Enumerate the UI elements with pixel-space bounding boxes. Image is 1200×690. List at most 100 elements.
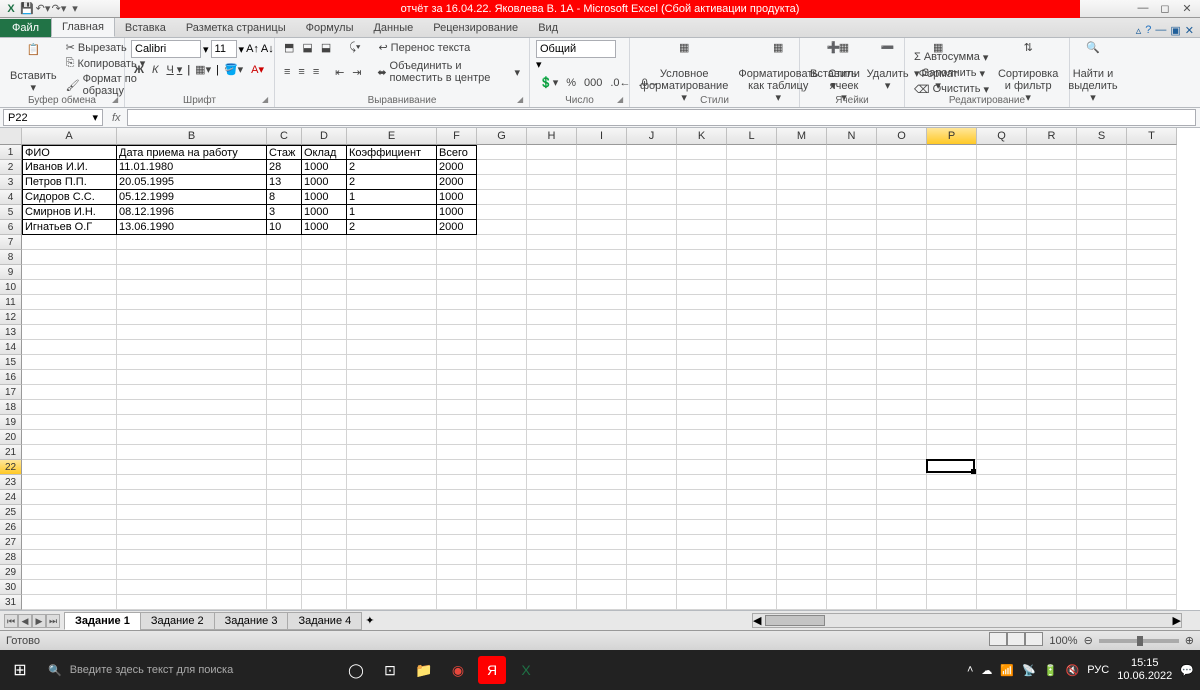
cell-M2[interactable] — [777, 160, 827, 175]
cell-G15[interactable] — [477, 355, 527, 370]
cell-O5[interactable] — [877, 205, 927, 220]
cell-B27[interactable] — [117, 535, 267, 550]
cell-B11[interactable] — [117, 295, 267, 310]
cell-Q6[interactable] — [977, 220, 1027, 235]
cell-N21[interactable] — [827, 445, 877, 460]
cell-L23[interactable] — [727, 475, 777, 490]
currency-icon[interactable]: 💲▾ — [536, 75, 561, 90]
cell-L28[interactable] — [727, 550, 777, 565]
cell-A19[interactable] — [22, 415, 117, 430]
cell-F8[interactable] — [437, 250, 477, 265]
cell-D10[interactable] — [302, 280, 347, 295]
cell-E31[interactable] — [347, 595, 437, 610]
cell-C28[interactable] — [267, 550, 302, 565]
cell-P1[interactable] — [927, 145, 977, 160]
cell-Q19[interactable] — [977, 415, 1027, 430]
cell-E13[interactable] — [347, 325, 437, 340]
cell-C17[interactable] — [267, 385, 302, 400]
cell-G6[interactable] — [477, 220, 527, 235]
cell-S7[interactable] — [1077, 235, 1127, 250]
cell-N20[interactable] — [827, 430, 877, 445]
cell-R6[interactable] — [1027, 220, 1077, 235]
cell-I12[interactable] — [577, 310, 627, 325]
cell-J27[interactable] — [627, 535, 677, 550]
cell-R23[interactable] — [1027, 475, 1077, 490]
cell-N11[interactable] — [827, 295, 877, 310]
cell-G30[interactable] — [477, 580, 527, 595]
cell-H17[interactable] — [527, 385, 577, 400]
cell-G11[interactable] — [477, 295, 527, 310]
cell-S27[interactable] — [1077, 535, 1127, 550]
cell-H11[interactable] — [527, 295, 577, 310]
name-box[interactable]: P22▾ — [3, 109, 103, 126]
cell-N27[interactable] — [827, 535, 877, 550]
cell-D23[interactable] — [302, 475, 347, 490]
cell-K13[interactable] — [677, 325, 727, 340]
shrink-font-icon[interactable]: A↓ — [261, 43, 274, 55]
cell-I15[interactable] — [577, 355, 627, 370]
cell-G24[interactable] — [477, 490, 527, 505]
font-size-combo[interactable] — [211, 40, 237, 58]
cell-I8[interactable] — [577, 250, 627, 265]
cell-T25[interactable] — [1127, 505, 1177, 520]
cell-T11[interactable] — [1127, 295, 1177, 310]
cell-C19[interactable] — [267, 415, 302, 430]
cell-M13[interactable] — [777, 325, 827, 340]
row-header-13[interactable]: 13 — [0, 325, 22, 340]
cell-N13[interactable] — [827, 325, 877, 340]
cell-A24[interactable] — [22, 490, 117, 505]
cell-N15[interactable] — [827, 355, 877, 370]
cell-F23[interactable] — [437, 475, 477, 490]
cell-P7[interactable] — [927, 235, 977, 250]
cell-R16[interactable] — [1027, 370, 1077, 385]
cell-D25[interactable] — [302, 505, 347, 520]
cell-E2[interactable]: 2 — [347, 160, 437, 175]
cell-K30[interactable] — [677, 580, 727, 595]
paste-button[interactable]: 📋Вставить▾ — [6, 42, 61, 96]
yandex-icon[interactable]: Я — [478, 656, 506, 684]
zoom-out-icon[interactable]: ⊖ — [1084, 634, 1093, 647]
cell-J15[interactable] — [627, 355, 677, 370]
cell-A21[interactable] — [22, 445, 117, 460]
cell-N19[interactable] — [827, 415, 877, 430]
cell-A23[interactable] — [22, 475, 117, 490]
row-header-10[interactable]: 10 — [0, 280, 22, 295]
cell-T6[interactable] — [1127, 220, 1177, 235]
cell-G13[interactable] — [477, 325, 527, 340]
cell-J25[interactable] — [627, 505, 677, 520]
cell-J20[interactable] — [627, 430, 677, 445]
cell-P12[interactable] — [927, 310, 977, 325]
cell-K3[interactable] — [677, 175, 727, 190]
cell-K27[interactable] — [677, 535, 727, 550]
cell-M4[interactable] — [777, 190, 827, 205]
cell-S15[interactable] — [1077, 355, 1127, 370]
font-name-combo[interactable] — [131, 40, 201, 58]
zoom-in-icon[interactable]: ⊕ — [1185, 634, 1194, 647]
cell-J8[interactable] — [627, 250, 677, 265]
comma-icon[interactable]: 000 — [581, 76, 605, 90]
cell-N14[interactable] — [827, 340, 877, 355]
row-header-18[interactable]: 18 — [0, 400, 22, 415]
cell-E22[interactable] — [347, 460, 437, 475]
cell-B4[interactable]: 05.12.1999 — [117, 190, 267, 205]
file-tab[interactable]: Файл — [0, 19, 51, 37]
cell-I27[interactable] — [577, 535, 627, 550]
cell-N26[interactable] — [827, 520, 877, 535]
minimize-ribbon-icon[interactable]: ▵ — [1136, 24, 1142, 37]
row-header-19[interactable]: 19 — [0, 415, 22, 430]
cell-C13[interactable] — [267, 325, 302, 340]
row-header-24[interactable]: 24 — [0, 490, 22, 505]
cell-K4[interactable] — [677, 190, 727, 205]
row-header-30[interactable]: 30 — [0, 580, 22, 595]
cell-H3[interactable] — [527, 175, 577, 190]
cell-Q2[interactable] — [977, 160, 1027, 175]
cell-B18[interactable] — [117, 400, 267, 415]
cell-E9[interactable] — [347, 265, 437, 280]
cell-Q24[interactable] — [977, 490, 1027, 505]
cell-D14[interactable] — [302, 340, 347, 355]
help-icon[interactable]: ? — [1145, 24, 1151, 37]
cell-A8[interactable] — [22, 250, 117, 265]
cell-G21[interactable] — [477, 445, 527, 460]
cell-C12[interactable] — [267, 310, 302, 325]
cell-D19[interactable] — [302, 415, 347, 430]
